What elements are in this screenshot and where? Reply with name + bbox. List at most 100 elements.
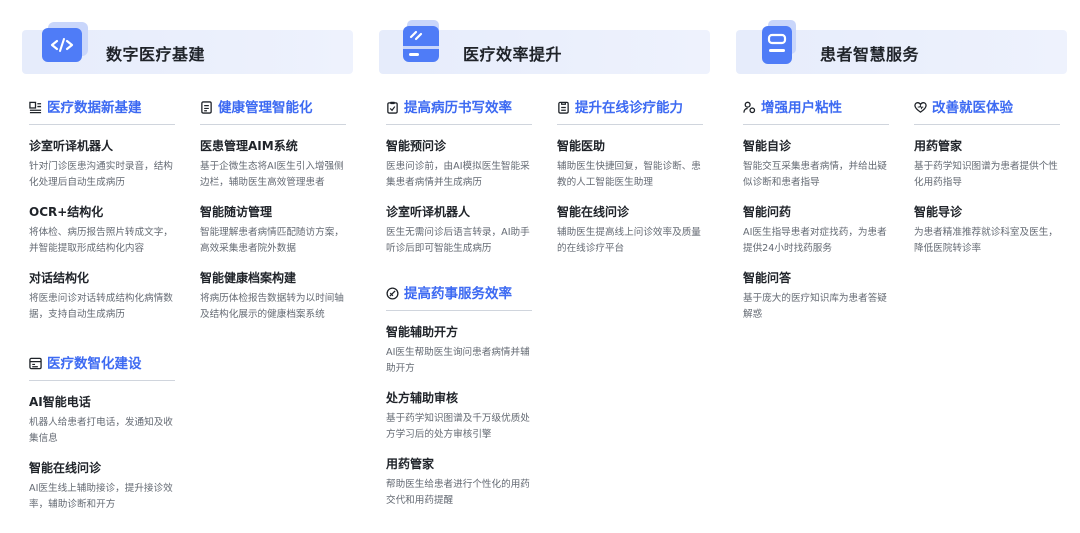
item-description: 将体检、病历报告照片转成文字，并智能提取形成结构化内容 (29, 227, 173, 254)
item-description: 医患问诊前，由AI模拟医生智能采集患者病情并生成病历 (386, 161, 530, 188)
item-title: OCR+结构化 (29, 205, 104, 219)
list-item: 用药管家 基于药学知识图谱为患者提供个性化用药指导 (914, 138, 1060, 191)
item-title: 智能在线问诊 (557, 205, 630, 219)
document-icon (201, 101, 212, 114)
list-item: 用药管家 帮助医生给患者进行个性化的用药交代和用药提醒 (386, 456, 532, 509)
dashboard-icon (29, 357, 42, 370)
subsection-pharmacy-service: 提高药事服务效率 智能辅助开方 AI医生帮助医生询问患者病情并辅助开方 处方辅助… (386, 282, 532, 509)
item-description: 基于药学知识图谱为患者提供个性化用药指导 (914, 161, 1058, 188)
list-item: 智能辅助开方 AI医生帮助医生询问患者病情并辅助开方 (386, 324, 532, 377)
code-icon (42, 22, 88, 62)
item-description: 辅助医生快捷回复，智能诊断、患教的人工智能医生助理 (557, 161, 701, 188)
column-banner: 数字医疗基建 (22, 22, 353, 74)
list-item: 智能在线问诊 AI医生线上辅助接诊，提升接诊效率，辅助诊断和开方 (29, 460, 175, 513)
list-item: 智能随访管理 智能理解患者病情匹配随访方案，高效采集患者院外数据 (200, 204, 346, 257)
list-item: 智能问答 基于庞大的医疗知识库为患者答疑解惑 (743, 270, 889, 323)
column-title: 医疗效率提升 (463, 45, 563, 64)
subsection-medical-experience: 改善就医体验 用药管家 基于药学知识图谱为患者提供个性化用药指导 智能导诊 为患… (914, 96, 1060, 257)
item-title: 用药管家 (914, 139, 963, 153)
column-banner: 患者智慧服务 (736, 20, 1067, 74)
item-title: 处方辅助审核 (386, 391, 459, 405)
list-item: 智能自诊 智能交互采集患者病情，并给出疑似诊断和患者指导 (743, 138, 889, 191)
item-description: 将医患问诊对话转成结构化病情数据，支持自动生成病历 (29, 293, 173, 320)
subsection-header: 提高药事服务效率 (386, 282, 532, 311)
subsection-health-management: 健康管理智能化 医患管理AIM系统 基于企微生态将AI医生引入增强侧边栏，辅助医… (200, 96, 346, 323)
subsection-medical-data: 医疗数据新基建 诊室听译机器人 针对门诊医患沟通实时录音，结构化处理后自动生成病… (29, 96, 175, 323)
subsection-title: 提高药事服务效率 (404, 286, 512, 302)
item-description: 智能理解患者病情匹配随访方案，高效采集患者院外数据 (200, 227, 344, 254)
subsection-header: 医疗数据新基建 (29, 96, 175, 125)
item-title: 智能医助 (557, 139, 606, 153)
subsection-title: 提高病历书写效率 (404, 100, 512, 116)
subsection-header: 健康管理智能化 (200, 96, 346, 125)
list-item: 诊室听译机器人 针对门诊医患沟通实时录音，结构化处理后自动生成病历 (29, 138, 175, 191)
list-item: 诊室听译机器人 医生无需问诊后语言转录，AI助手听诊后即可智能生成病历 (386, 204, 532, 257)
item-description: AI医生帮助医生询问患者病情并辅助开方 (386, 347, 530, 374)
subsection-header: 提升在线诊疗能力 (557, 96, 703, 125)
item-title: 智能预问诊 (386, 139, 447, 153)
subsection-header: 改善就医体验 (914, 96, 1060, 125)
subsection-header: 医疗数智化建设 (29, 352, 175, 381)
list-doc-icon (558, 101, 569, 114)
list-item: 处方辅助审核 基于药学知识图谱及千万级优质处方学习后的处方审核引擎 (386, 390, 532, 443)
item-title: 智能导诊 (914, 205, 963, 219)
item-title: 智能健康档案构建 (200, 271, 297, 285)
item-title: AI智能电话 (29, 395, 91, 409)
subsection-record-writing: 提高病历书写效率 智能预问诊 医患问诊前，由AI模拟医生智能采集患者病情并生成病… (386, 96, 532, 257)
subsection-title: 提升在线诊疗能力 (575, 100, 683, 116)
list-item: 医患管理AIM系统 基于企微生态将AI医生引入增强侧边栏，辅助医生高效管理患者 (200, 138, 346, 191)
item-title: 用药管家 (386, 457, 435, 471)
subsection-header: 增强用户粘性 (743, 96, 889, 125)
item-title: 智能在线问诊 (29, 461, 102, 475)
clipboard-icon (387, 101, 398, 114)
list-item: 智能健康档案构建 将病历体检报告数据转为以时间轴及结构化展示的健康档案系统 (200, 270, 346, 323)
list-item: 对话结构化 将医患问诊对话转成结构化病情数据，支持自动生成病历 (29, 270, 175, 323)
subsection-title: 健康管理智能化 (218, 100, 313, 116)
subsection-title: 改善就医体验 (932, 100, 1013, 116)
heart-icon (914, 102, 927, 113)
subsection-title: 医疗数据新基建 (47, 100, 142, 116)
item-title: 诊室听译机器人 (386, 205, 471, 219)
list-item: 智能导诊 为患者精准推荐就诊科室及医生，降低医院转诊率 (914, 204, 1060, 257)
list-item: 智能在线问诊 辅助医生提高线上问诊效率及质量的在线诊疗平台 (557, 204, 703, 257)
pill-icon (386, 287, 399, 300)
item-title: 智能辅助开方 (386, 325, 459, 339)
item-description: 医生无需问诊后语言转录，AI助手听诊后即可智能生成病历 (386, 227, 530, 254)
subsection-header: 提高病历书写效率 (386, 96, 532, 125)
item-description: 基于药学知识图谱及千万级优质处方学习后的处方审核引擎 (386, 413, 530, 440)
item-title: 智能随访管理 (200, 205, 273, 219)
document-lines-icon (762, 20, 796, 64)
item-description: 针对门诊医患沟通实时录音，结构化处理后自动生成病历 (29, 161, 173, 188)
item-description: 智能交互采集患者病情，并给出疑似诊断和患者指导 (743, 161, 887, 188)
item-description: 基于庞大的医疗知识库为患者答疑解惑 (743, 293, 887, 320)
card-icon (403, 20, 439, 62)
list-item: 智能预问诊 医患问诊前，由AI模拟医生智能采集患者病情并生成病历 (386, 138, 532, 191)
list-item: OCR+结构化 将体检、病历报告照片转成文字，并智能提取形成结构化内容 (29, 204, 175, 257)
subsection-title: 增强用户粘性 (761, 100, 842, 116)
subsection-digital-construction: 医疗数智化建设 AI智能电话 机器人给患者打电话，发通知及收集信息 智能在线问诊… (29, 352, 175, 513)
item-title: 智能问答 (743, 271, 792, 285)
column-title: 患者智慧服务 (820, 45, 920, 64)
item-description: AI医生线上辅助接诊，提升接诊效率，辅助诊断和开方 (29, 483, 173, 510)
item-description: 帮助医生给患者进行个性化的用药交代和用药提醒 (386, 479, 530, 506)
item-description: 机器人给患者打电话，发通知及收集信息 (29, 417, 173, 444)
item-title: 医患管理AIM系统 (200, 139, 298, 153)
item-title: 诊室听译机器人 (29, 139, 114, 153)
subsection-title: 医疗数智化建设 (47, 356, 142, 372)
data-list-icon (29, 101, 42, 114)
item-title: 智能问药 (743, 205, 792, 219)
item-description: 将病历体检报告数据转为以时间轴及结构化展示的健康档案系统 (200, 293, 344, 320)
item-description: AI医生指导患者对症找药，为患者提供24小时找药服务 (743, 227, 887, 254)
list-item: AI智能电话 机器人给患者打电话，发通知及收集信息 (29, 394, 175, 447)
item-description: 基于企微生态将AI医生引入增强侧边栏，辅助医生高效管理患者 (200, 161, 344, 188)
column-banner: 医疗效率提升 (379, 20, 710, 74)
item-title: 对话结构化 (29, 271, 90, 285)
list-item: 智能问药 AI医生指导患者对症找药，为患者提供24小时找药服务 (743, 204, 889, 257)
item-title: 智能自诊 (743, 139, 792, 153)
user-link-icon (743, 101, 756, 114)
list-item: 智能医助 辅助医生快捷回复，智能诊断、患教的人工智能医生助理 (557, 138, 703, 191)
subsection-online-diagnosis: 提升在线诊疗能力 智能医助 辅助医生快捷回复，智能诊断、患教的人工智能医生助理 … (557, 96, 703, 257)
subsection-user-stickiness: 增强用户粘性 智能自诊 智能交互采集患者病情，并给出疑似诊断和患者指导 智能问药… (743, 96, 889, 323)
item-description: 为患者精准推荐就诊科室及医生，降低医院转诊率 (914, 227, 1058, 254)
column-title: 数字医疗基建 (106, 45, 206, 64)
